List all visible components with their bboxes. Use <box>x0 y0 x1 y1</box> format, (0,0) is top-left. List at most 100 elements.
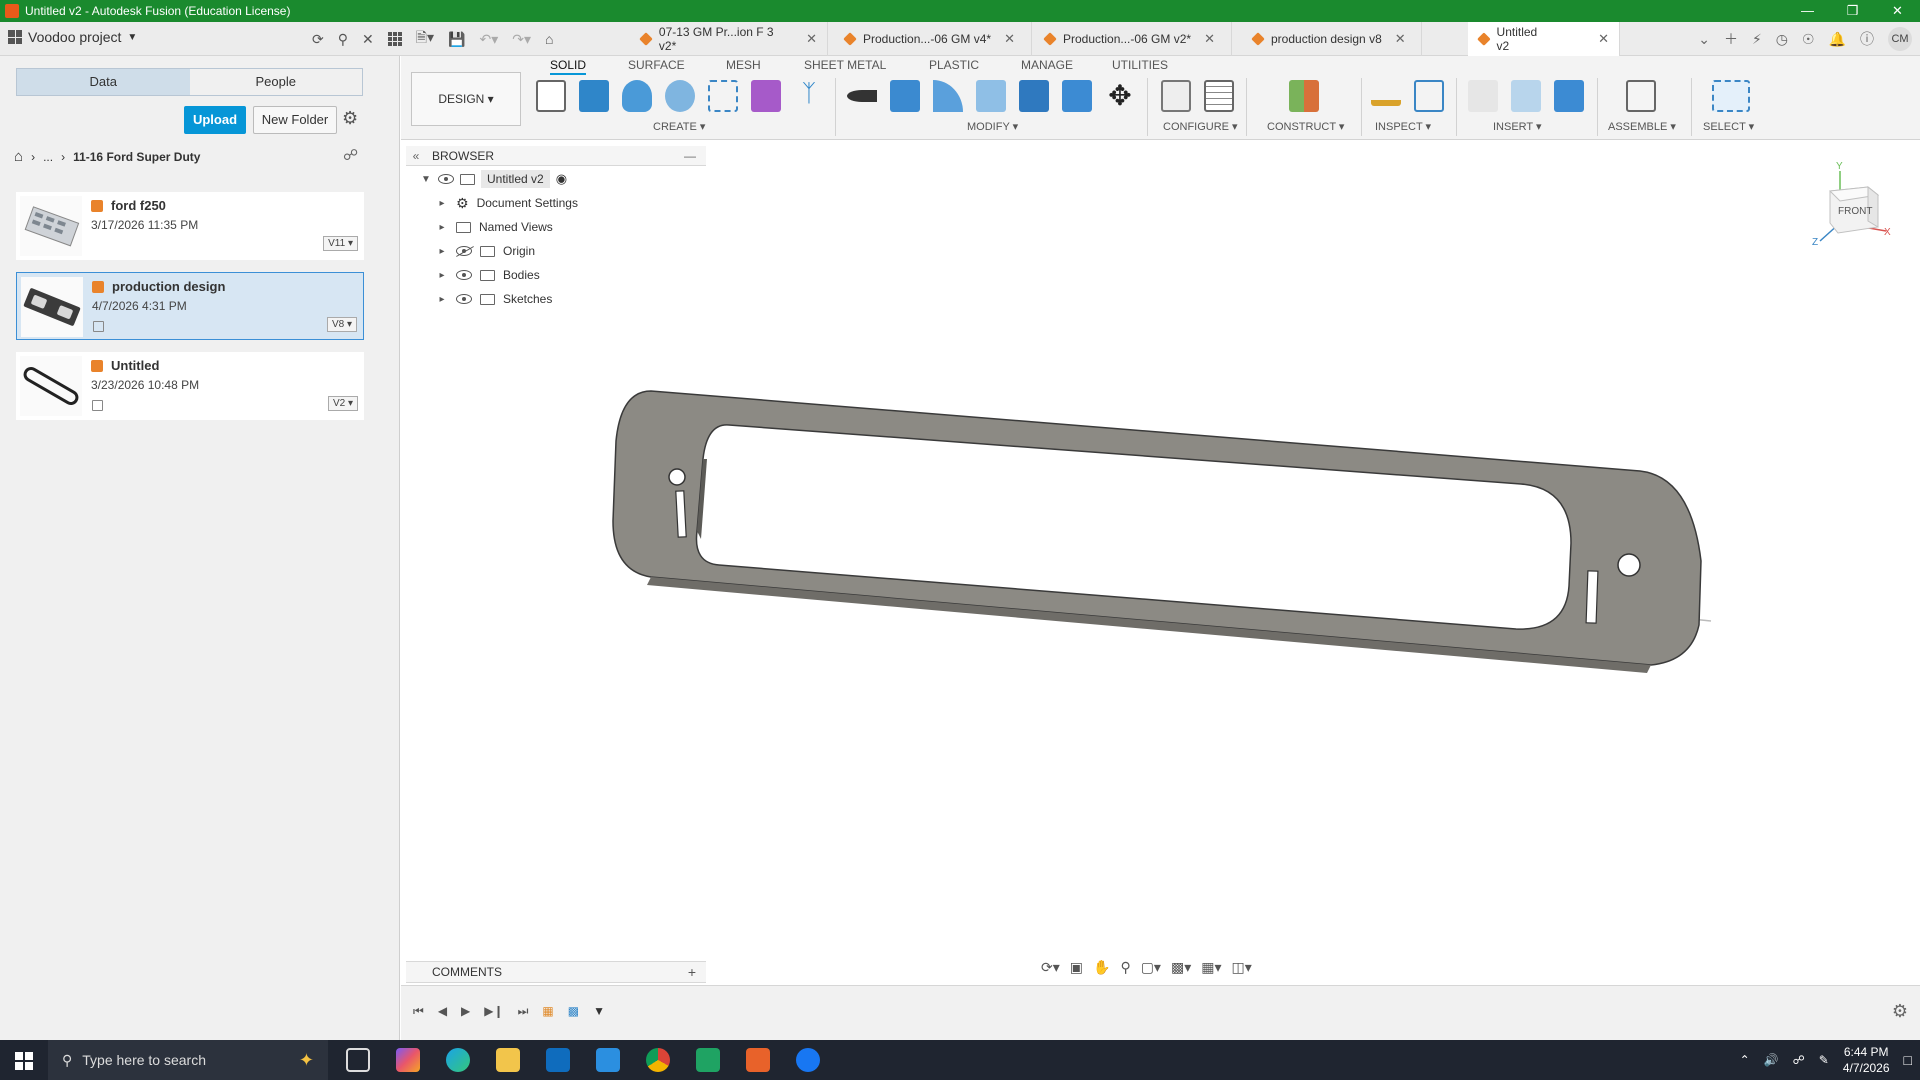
measure-icon[interactable] <box>1371 86 1401 106</box>
home-icon[interactable]: ⌂ <box>545 31 553 47</box>
design-canvas[interactable]: « BROWSER — ▼ Untitled v2 ◉ ▸ ⚙ Document… <box>401 141 1920 1040</box>
timeline-next-icon[interactable]: ▶❙ <box>484 1004 503 1019</box>
pattern-icon[interactable] <box>708 80 738 112</box>
tab-list-chevron-icon[interactable]: ⌄ <box>1698 31 1710 48</box>
edge-icon[interactable] <box>446 1048 470 1072</box>
file-version-badge[interactable]: V2 ▾ <box>327 396 358 411</box>
new-folder-button[interactable]: New Folder <box>253 106 337 134</box>
extrude-icon[interactable] <box>579 80 609 112</box>
network-icon[interactable]: ☍ <box>1793 1053 1805 1067</box>
taskbar-search[interactable]: ⚲ Type here to search ✦ <box>48 1040 328 1080</box>
file-version-badge[interactable]: V8 ▾ <box>326 317 357 332</box>
windows-start-icon[interactable] <box>15 1052 33 1070</box>
revolve-icon[interactable] <box>622 80 652 112</box>
group-configure[interactable]: CONFIGURE ▾ <box>1163 120 1238 133</box>
job-status-icon[interactable]: ◷ <box>1776 31 1788 48</box>
file-item-production-design[interactable]: production design 4/7/2026 4:31 PM V8 ▾ <box>16 272 364 340</box>
construct-plane-icon[interactable] <box>1289 80 1319 112</box>
workspace-switcher[interactable]: DESIGN ▾ <box>411 72 521 126</box>
new-tab-plus-icon[interactable]: ＋ <box>1724 29 1738 49</box>
file-item-untitled[interactable]: Untitled 3/23/2026 10:48 PM V2 ▾ <box>16 352 364 420</box>
group-modify[interactable]: MODIFY ▾ <box>967 120 1018 133</box>
insert-canvas-icon[interactable] <box>1554 80 1584 112</box>
app-grid-icon[interactable] <box>387 32 402 46</box>
tab-solid[interactable]: SOLID <box>550 58 587 75</box>
minimize-button[interactable]: — <box>1785 0 1830 22</box>
redo-icon[interactable]: ↷▾ <box>512 31 531 48</box>
tab-sheet-metal[interactable]: SHEET METAL <box>804 58 886 72</box>
taskbar-clock[interactable]: 6:44 PM 4/7/2026 <box>1843 1044 1890 1076</box>
comments-panel[interactable]: COMMENTS + <box>406 961 706 983</box>
file-version-badge[interactable]: V11 ▾ <box>323 236 358 251</box>
chamfer-icon[interactable] <box>933 80 963 112</box>
add-comment-icon[interactable]: + <box>688 964 696 980</box>
close-tab-icon[interactable]: ✕ <box>1204 31 1215 47</box>
timeline-sketch-feature-icon[interactable]: ▦ <box>542 1004 553 1019</box>
project-selector[interactable]: Voodoo project ▼ <box>8 29 137 45</box>
online-status-icon[interactable]: ☉ <box>1802 31 1815 48</box>
doc-tab-3[interactable]: Production...-06 GM v2* ✕ <box>1034 22 1232 56</box>
timeline-play-icon[interactable]: ▶ <box>461 1004 470 1019</box>
look-at-icon[interactable]: ▣ <box>1070 959 1083 976</box>
insert-derive-icon[interactable] <box>1468 80 1498 112</box>
search-icon[interactable]: ⚲ <box>338 31 348 48</box>
tab-surface[interactable]: SURFACE <box>628 58 685 72</box>
fusion-taskbar-icon[interactable] <box>746 1048 770 1072</box>
grid-settings-icon[interactable]: ▦▾ <box>1201 959 1221 976</box>
fillet-icon[interactable] <box>890 80 920 112</box>
breadcrumb-ellipsis[interactable]: ... <box>43 150 53 164</box>
notifications-bell-icon[interactable]: 🔔 <box>1829 31 1846 48</box>
doc-tab-active[interactable]: Untitled v2 ✕ <box>1468 22 1620 56</box>
move-copy-icon[interactable]: ✥ <box>1105 80 1135 112</box>
display-settings-icon[interactable]: ▩▾ <box>1171 959 1191 976</box>
pen-icon[interactable]: ✎ <box>1819 1053 1829 1067</box>
outlook-icon[interactable] <box>546 1048 570 1072</box>
group-create[interactable]: CREATE ▾ <box>653 120 705 133</box>
gear-icon[interactable]: ⚙ <box>342 108 358 129</box>
view-cube[interactable]: FRONT Y X Z <box>1812 161 1892 251</box>
doc-tab-4[interactable]: production design v8 ✕ <box>1242 22 1422 56</box>
tab-data[interactable]: Data <box>17 69 190 95</box>
tab-mesh[interactable]: MESH <box>726 58 761 72</box>
timeline-extrude-feature-icon[interactable]: ▩ <box>568 1004 579 1019</box>
close-tab-icon[interactable]: ✕ <box>1395 31 1406 47</box>
shell-icon[interactable] <box>976 80 1006 112</box>
close-panel-icon[interactable]: ✕ <box>362 31 374 48</box>
file-item-ford-f250[interactable]: ford f250 3/17/2026 11:35 PM V11 ▾ <box>16 192 364 260</box>
photos-icon[interactable] <box>596 1048 620 1072</box>
configure-rules-icon[interactable] <box>1204 80 1234 112</box>
create-sketch-icon[interactable] <box>536 80 566 112</box>
volume-icon[interactable]: 🔊 <box>1764 1053 1779 1067</box>
chrome-icon[interactable] <box>646 1048 670 1072</box>
facebook-icon[interactable] <box>796 1048 820 1072</box>
refresh-icon[interactable]: ⟳ <box>312 31 324 48</box>
tab-people[interactable]: People <box>190 69 363 95</box>
timeline-previous-icon[interactable]: ◀ <box>438 1004 447 1019</box>
zoom-icon[interactable]: ⚲ <box>1120 959 1130 976</box>
select-box-icon[interactable] <box>1712 80 1750 112</box>
interference-icon[interactable] <box>1414 80 1444 112</box>
timeline-last-icon[interactable]: ⏭ <box>518 1004 529 1019</box>
upload-button[interactable]: Upload <box>184 106 246 134</box>
tab-plastic[interactable]: PLASTIC <box>929 58 979 72</box>
task-view-icon[interactable] <box>346 1048 370 1072</box>
timeline-marker-icon[interactable]: ▼ <box>593 1004 605 1019</box>
doc-tab-2[interactable]: Production...-06 GM v4* ✕ <box>834 22 1032 56</box>
home-icon[interactable]: ⌂ <box>14 148 23 165</box>
derive-icon[interactable]: ᛉ <box>794 80 824 112</box>
notification-center-icon[interactable]: □ <box>1904 1052 1912 1068</box>
press-pull-icon[interactable] <box>847 90 877 102</box>
hole-icon[interactable] <box>665 80 695 112</box>
tab-utilities[interactable]: UTILITIES <box>1112 58 1168 72</box>
group-inspect[interactable]: INSPECT ▾ <box>1375 120 1431 133</box>
insert-mesh-icon[interactable] <box>1511 80 1541 112</box>
close-tab-icon[interactable]: ✕ <box>1004 31 1015 47</box>
gear-icon[interactable]: ⚙ <box>1892 1001 1908 1022</box>
save-icon[interactable]: 💾 <box>448 31 465 48</box>
restore-button[interactable]: ❒ <box>1830 0 1875 22</box>
undo-icon[interactable]: ↶▾ <box>479 31 498 48</box>
combine-icon[interactable] <box>1019 80 1049 112</box>
configure-table-icon[interactable] <box>1161 80 1191 112</box>
create-form-icon[interactable] <box>751 80 781 112</box>
group-assemble[interactable]: ASSEMBLE ▾ <box>1608 120 1676 133</box>
